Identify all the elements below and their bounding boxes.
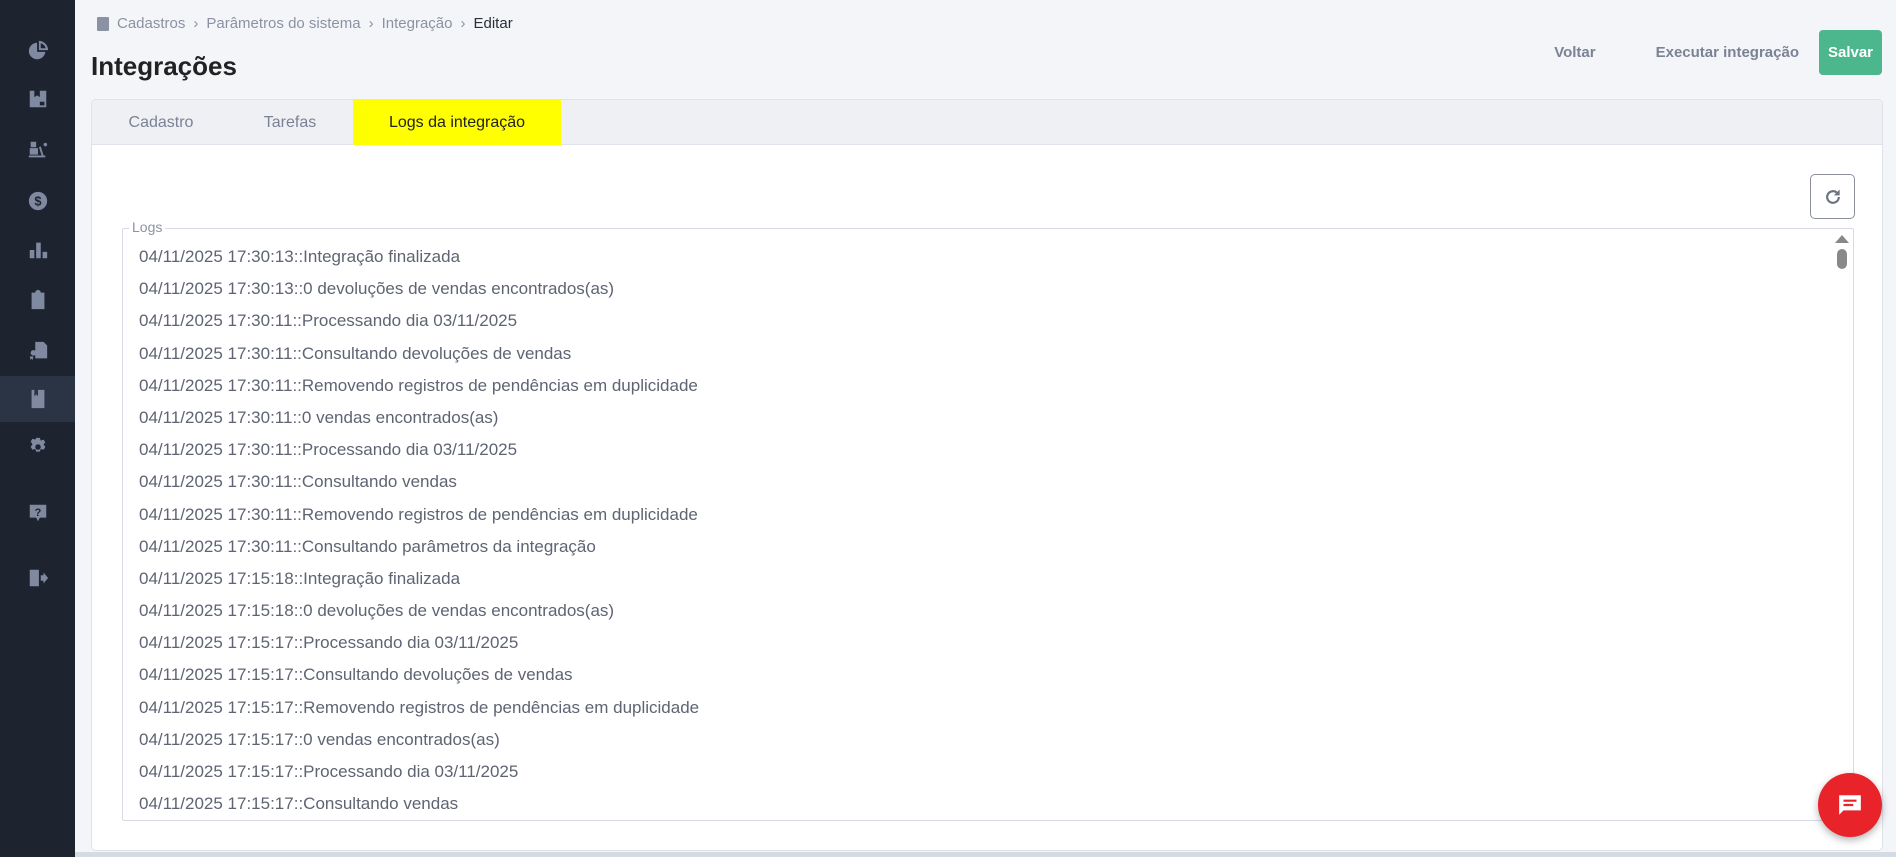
chevron-right-icon: › (193, 15, 199, 32)
scroll-thumb[interactable] (1837, 249, 1847, 269)
page-title: Integrações (91, 51, 237, 81)
log-line: 04/11/2025 17:30:11::Consultando devoluç… (139, 343, 572, 363)
book-icon (97, 16, 109, 31)
log-line: 04/11/2025 17:15:18::0 devoluções de ven… (139, 601, 615, 621)
log-line: 04/11/2025 17:30:11::Removendo registros… (139, 504, 698, 524)
log-line: 04/11/2025 17:30:11::Processando dia 03/… (139, 440, 518, 460)
breadcrumb: Cadastros › Parâmetros do sistema › Integr… (97, 15, 513, 32)
scroll-up-icon[interactable] (1835, 235, 1849, 243)
tab-cadastro[interactable]: Cadastro (102, 100, 220, 145)
svg-text:?: ? (34, 507, 41, 519)
chat-button[interactable] (1818, 773, 1882, 837)
bar-chart-icon (29, 242, 47, 259)
tab-bar: Cadastro Tarefas Logs da integração (92, 100, 1882, 145)
clipboard-icon (31, 289, 44, 310)
pie-chart-icon (28, 40, 48, 60)
dollar-icon: $ (28, 191, 47, 211)
sidebar-item-relatorios[interactable] (0, 227, 75, 273)
logs-legend: Logs (129, 219, 166, 235)
save-button[interactable]: Salvar (1819, 30, 1882, 75)
log-line: 04/11/2025 17:15:18::Integração finaliza… (139, 568, 461, 588)
log-line: 04/11/2025 17:30:11::Consultando parâmet… (139, 536, 596, 556)
log-line: 04/11/2025 17:30:13::0 devoluções de ven… (139, 279, 615, 299)
log-line: 04/11/2025 17:15:17::Processando dia 03/… (139, 762, 519, 781)
refresh-button[interactable] (1810, 174, 1855, 219)
tab-logs[interactable]: Logs da integração (353, 100, 561, 145)
hand-truck-icon (28, 141, 47, 158)
svg-text:$: $ (34, 194, 41, 209)
log-line: 04/11/2025 17:15:17::0 vendas encontrado… (139, 729, 500, 749)
log-list: 04/11/2025 17:30:13::Integração finaliza… (139, 241, 1823, 820)
integration-card: Cadastro Tarefas Logs da integração Logs… (91, 99, 1883, 851)
sidebar-item-ajuda[interactable]: ? (0, 490, 75, 536)
log-line: 04/11/2025 17:30:13::Integração finaliza… (139, 247, 461, 266)
sidebar: $ ? (0, 0, 75, 857)
breadcrumb-item[interactable]: Parâmetros do sistema (206, 15, 360, 32)
chat-icon (1839, 795, 1861, 815)
log-line: 04/11/2025 17:15:17::Consultando vendas (139, 794, 459, 814)
log-line: 04/11/2025 17:30:11::Processando dia 03/… (139, 311, 518, 331)
chevron-right-icon: › (460, 15, 466, 32)
certificate-icon (29, 341, 47, 361)
log-line: 04/11/2025 17:15:17::Removendo registros… (139, 697, 700, 717)
sidebar-item-dashboard[interactable] (0, 28, 75, 74)
breadcrumb-item[interactable]: Cadastros (117, 15, 185, 32)
book-icon (31, 389, 44, 409)
gear-icon (30, 437, 45, 452)
tab-tarefas[interactable]: Tarefas (242, 100, 338, 145)
back-button[interactable]: Voltar (1524, 44, 1625, 61)
help-icon: ? (29, 504, 46, 522)
sidebar-item-configuracoes[interactable] (0, 424, 75, 470)
logout-icon (29, 569, 48, 587)
sidebar-item-logistica[interactable] (0, 127, 75, 173)
page-actions: Voltar Executar integração Salvar (1524, 30, 1882, 75)
sidebar-item-sair[interactable] (0, 555, 75, 601)
refresh-icon (1825, 189, 1840, 204)
breadcrumb-current: Editar (473, 15, 513, 32)
log-line: 04/11/2025 17:15:17::Processando dia 03/… (139, 633, 519, 653)
sidebar-item-cadastros[interactable] (0, 376, 75, 422)
log-line: 04/11/2025 17:30:11::0 vendas encontrado… (139, 407, 499, 427)
breadcrumb-item[interactable]: Integração (382, 15, 453, 32)
sidebar-item-financeiro[interactable]: $ (0, 178, 75, 224)
log-line: 04/11/2025 17:15:17::Consultando devoluç… (139, 665, 573, 685)
logs-fieldset: Logs 04/11/2025 17:30:13::Integração fin… (122, 219, 1854, 821)
log-line: 04/11/2025 17:30:11::Consultando vendas (139, 472, 457, 492)
run-integration-button[interactable]: Executar integração (1626, 44, 1819, 61)
chevron-right-icon: › (368, 15, 374, 32)
sidebar-item-certificados[interactable] (0, 328, 75, 374)
save-box-icon (29, 90, 46, 108)
scrollbar[interactable] (1835, 233, 1849, 269)
sidebar-item-clipboard[interactable] (0, 277, 75, 323)
sidebar-item-cadastros-box[interactable] (0, 76, 75, 122)
bottom-strip (75, 852, 1896, 857)
log-line: 04/11/2025 17:30:11::Removendo registros… (139, 375, 698, 395)
